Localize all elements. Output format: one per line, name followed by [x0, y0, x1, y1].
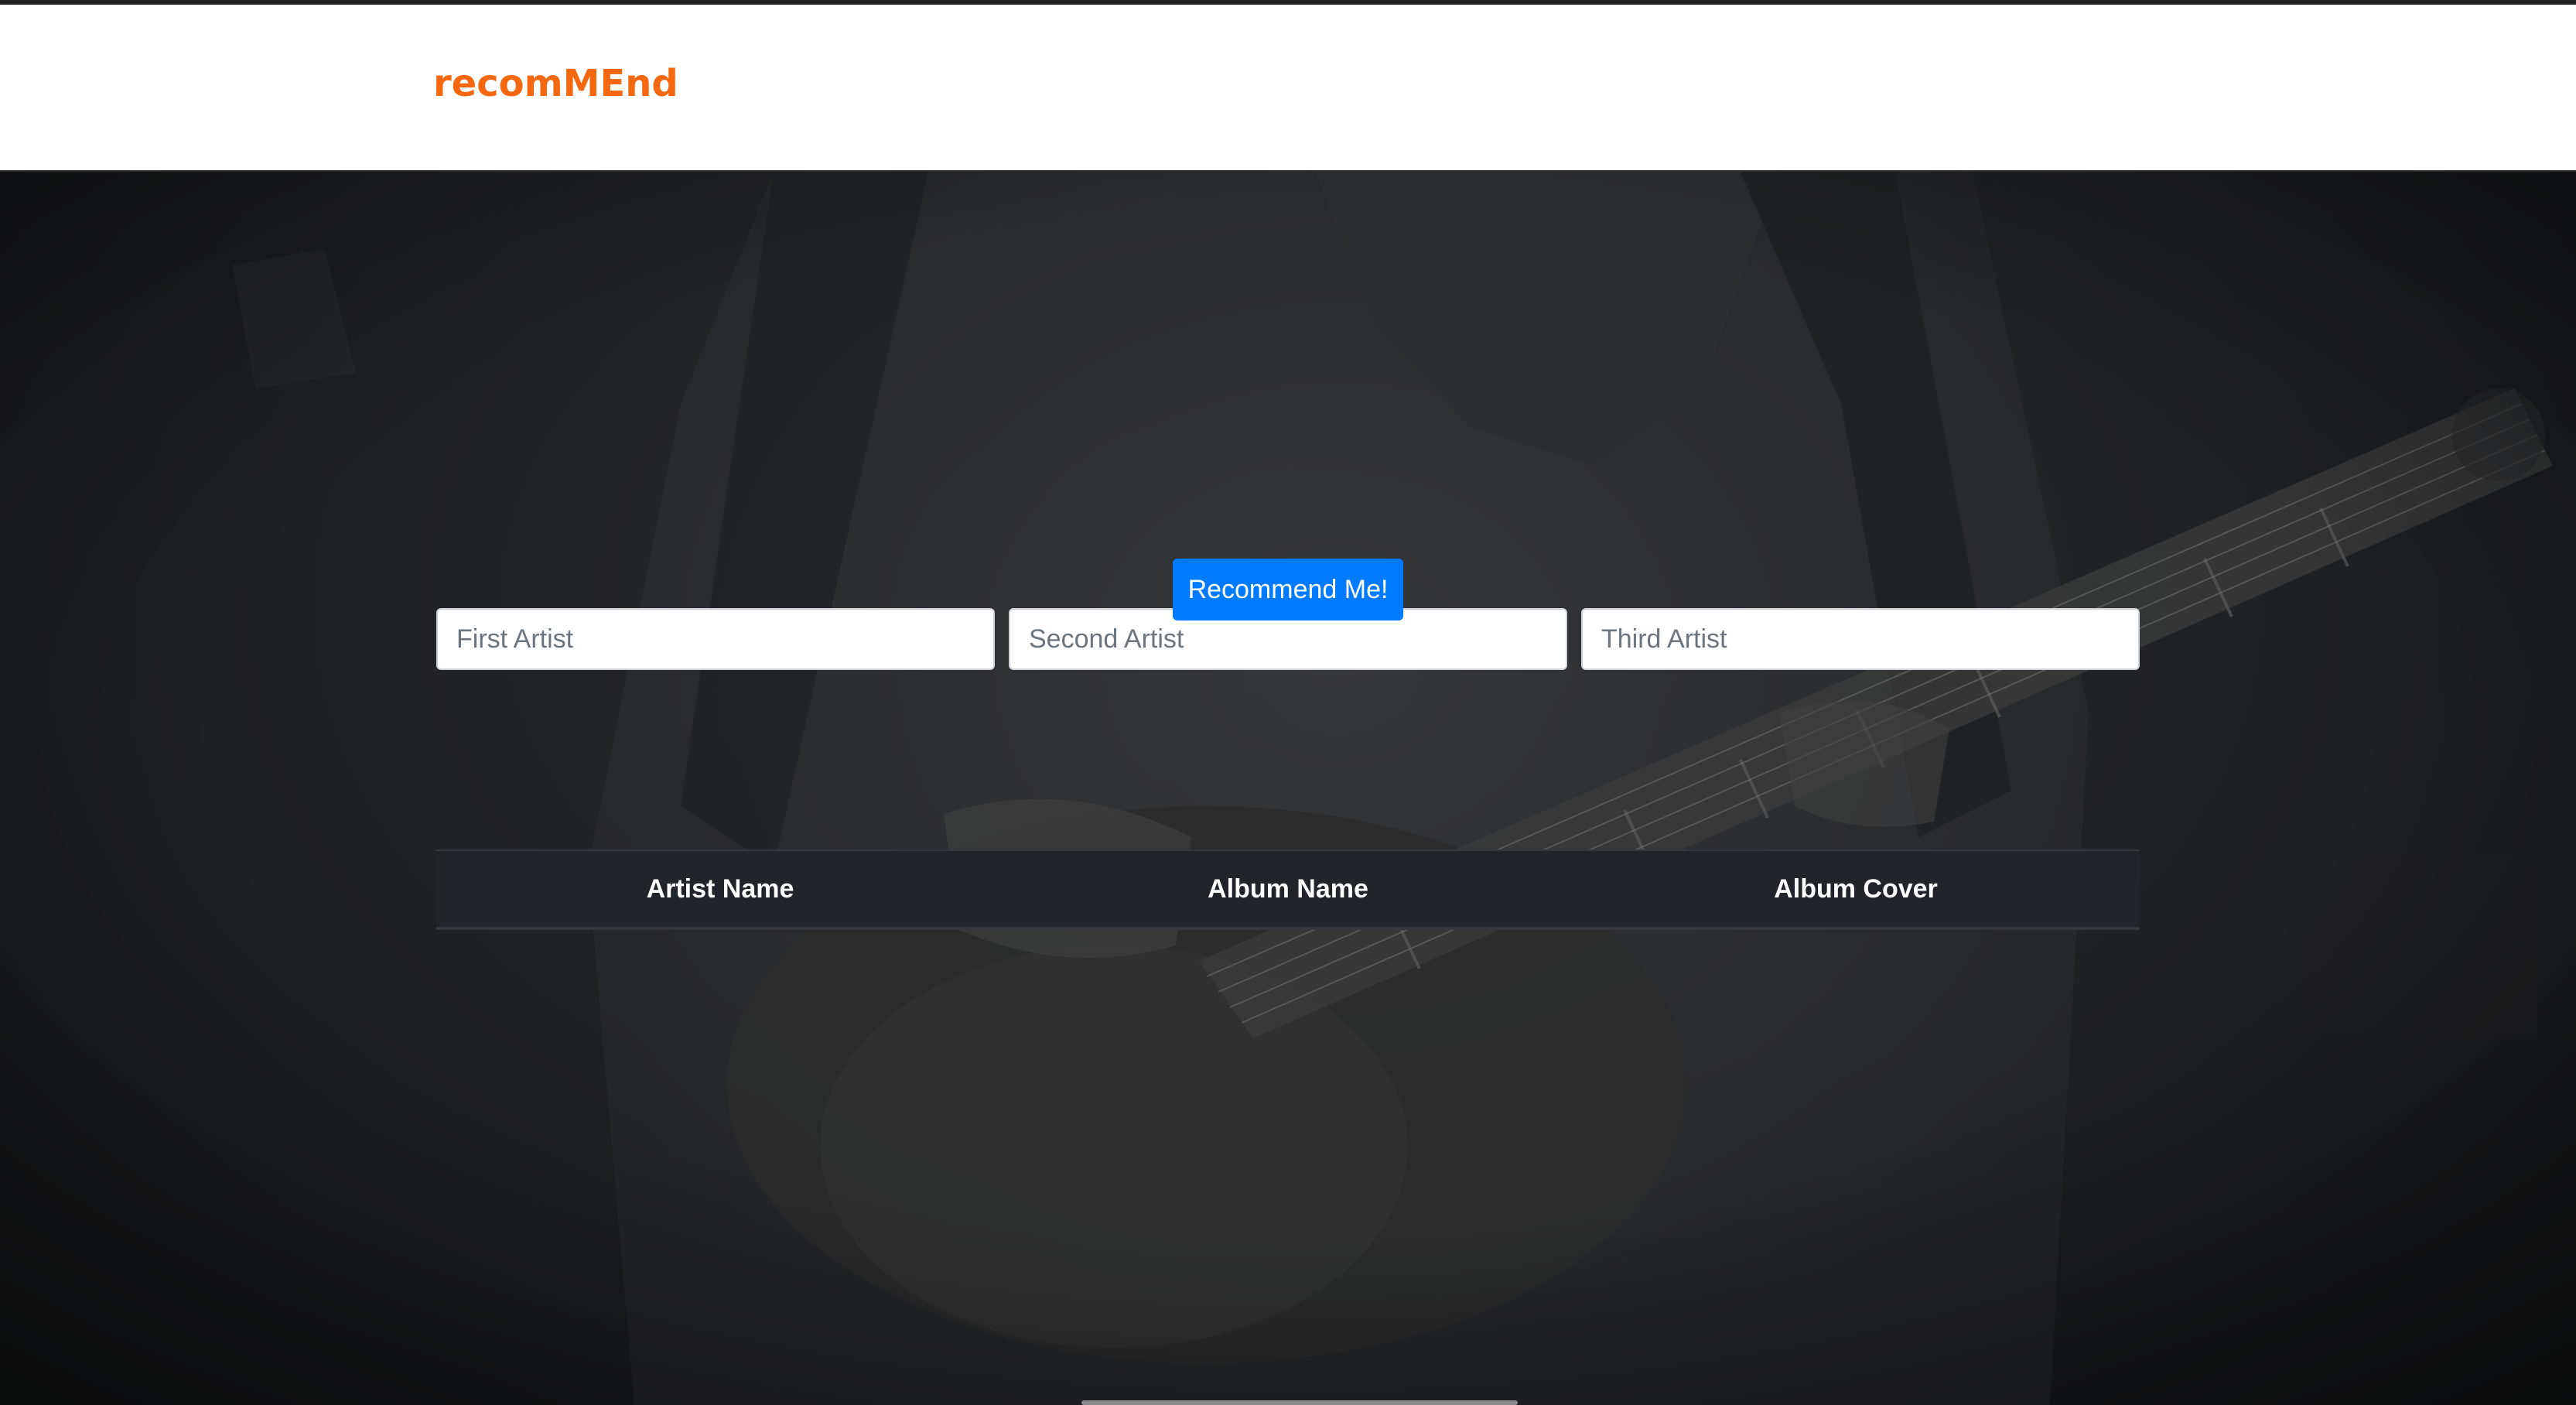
hero-section: [0, 172, 2576, 1405]
results-table: Artist Name Album Name Album Cover: [436, 849, 2140, 930]
navbar: recomMEnd: [0, 5, 2576, 172]
results-table-header-row: Artist Name Album Name Album Cover: [436, 849, 2140, 930]
results-table-header: Artist Name Album Name Album Cover: [436, 849, 2140, 930]
column-header-album-name[interactable]: Album Name: [1004, 849, 1572, 930]
first-artist-input[interactable]: [436, 608, 995, 670]
brand-logo-link[interactable]: recomMEnd: [433, 62, 678, 105]
third-artist-input[interactable]: [1581, 608, 2140, 670]
page: recomMEnd First Artist Second Artist Thi…: [0, 0, 2576, 1405]
column-header-album-cover[interactable]: Album Cover: [1572, 849, 2140, 930]
column-header-artist-name[interactable]: Artist Name: [436, 849, 1004, 930]
recommend-button[interactable]: Recommend Me!: [1173, 559, 1403, 620]
horizontal-scrollbar[interactable]: [1081, 1400, 1518, 1405]
guitar-player-background-image: [0, 172, 2576, 1405]
